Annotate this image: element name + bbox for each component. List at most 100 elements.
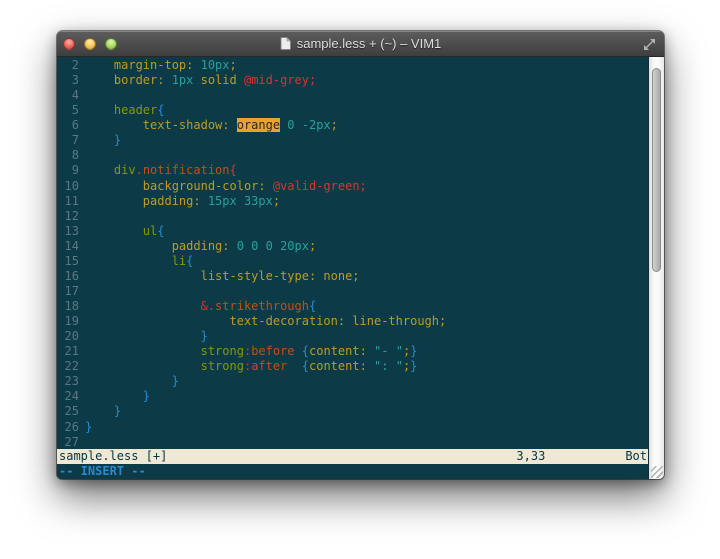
status-filename: sample.less [+] bbox=[59, 449, 167, 464]
code-line: 6 text-shadow: orange 0 -2px; bbox=[57, 118, 648, 133]
line-number: 25 bbox=[57, 404, 79, 419]
code-line: 25 } bbox=[57, 404, 648, 419]
line-number: 19 bbox=[57, 314, 79, 329]
window-body: 2 margin-top: 10px;3 border: 1px solid @… bbox=[57, 57, 664, 479]
title-group: sample.less + (~) – VIM1 bbox=[280, 36, 442, 51]
fullscreen-icon[interactable] bbox=[643, 38, 656, 51]
code-line: 19 text-decoration: line-through; bbox=[57, 314, 648, 329]
line-number: 6 bbox=[57, 118, 79, 133]
code-text: border: 1px solid @mid-grey; bbox=[79, 73, 316, 88]
line-number: 14 bbox=[57, 239, 79, 254]
line-number: 7 bbox=[57, 133, 79, 148]
line-number: 26 bbox=[57, 420, 79, 435]
window-title: sample.less + (~) – VIM1 bbox=[297, 36, 442, 51]
code-text: margin-top: 10px; bbox=[79, 58, 237, 73]
line-number: 9 bbox=[57, 163, 79, 178]
code-text: strong:after {content: ": ";} bbox=[79, 359, 417, 374]
code-line: 14 padding: 0 0 0 20px; bbox=[57, 239, 648, 254]
line-number: 24 bbox=[57, 389, 79, 404]
code-line: 26} bbox=[57, 420, 648, 435]
code-text: header{ bbox=[79, 103, 164, 118]
close-button[interactable] bbox=[63, 38, 75, 50]
code-line: 2 margin-top: 10px; bbox=[57, 58, 648, 73]
code-text: ul{ bbox=[79, 224, 164, 239]
code-line: 10 background-color: @valid-green; bbox=[57, 179, 648, 194]
line-number: 12 bbox=[57, 209, 79, 224]
code-text: } bbox=[79, 389, 150, 404]
document-icon bbox=[280, 37, 291, 50]
code-text: background-color: @valid-green; bbox=[79, 179, 367, 194]
code-line: 24 } bbox=[57, 389, 648, 404]
code-line: 15 li{ bbox=[57, 254, 648, 269]
line-number: 27 bbox=[57, 435, 79, 449]
code-line: 20 } bbox=[57, 329, 648, 344]
line-number: 5 bbox=[57, 103, 79, 118]
scrollbar[interactable] bbox=[648, 57, 664, 479]
status-scroll-position: Bot bbox=[625, 449, 647, 464]
mode-line: -- INSERT -- bbox=[57, 464, 648, 479]
editor-column: 2 margin-top: 10px;3 border: 1px solid @… bbox=[57, 57, 648, 479]
code-line: 8 bbox=[57, 148, 648, 163]
line-number: 11 bbox=[57, 194, 79, 209]
code-line: 11 padding: 15px 33px; bbox=[57, 194, 648, 209]
code-text: } bbox=[79, 133, 121, 148]
code-text bbox=[79, 284, 85, 299]
code-text: padding: 15px 33px; bbox=[79, 194, 280, 209]
line-number: 17 bbox=[57, 284, 79, 299]
line-number: 23 bbox=[57, 374, 79, 389]
search-highlight: orange bbox=[237, 118, 280, 132]
code-line: 9 div.notification{ bbox=[57, 163, 648, 178]
code-text: } bbox=[79, 420, 92, 435]
minimize-button[interactable] bbox=[84, 38, 96, 50]
code-text bbox=[79, 148, 85, 163]
line-number: 3 bbox=[57, 73, 79, 88]
traffic-lights bbox=[63, 38, 117, 50]
line-number: 4 bbox=[57, 88, 79, 103]
code-line: 21 strong:before {content: "- ";} bbox=[57, 344, 648, 359]
code-text: text-shadow: orange 0 -2px; bbox=[79, 118, 338, 133]
code-text: } bbox=[79, 329, 208, 344]
code-line: 12 bbox=[57, 209, 648, 224]
titlebar[interactable]: sample.less + (~) – VIM1 bbox=[57, 31, 664, 57]
code-line: 7 } bbox=[57, 133, 648, 148]
code-line: 13 ul{ bbox=[57, 224, 648, 239]
code-text: } bbox=[79, 404, 121, 419]
code-line: 16 list-style-type: none; bbox=[57, 269, 648, 284]
code-line: 5 header{ bbox=[57, 103, 648, 118]
code-line: 3 border: 1px solid @mid-grey; bbox=[57, 73, 648, 88]
code-line: 23 } bbox=[57, 374, 648, 389]
code-line: 27 bbox=[57, 435, 648, 449]
code-text: } bbox=[79, 374, 179, 389]
code-text bbox=[79, 209, 85, 224]
code-text: li{ bbox=[79, 254, 193, 269]
scrollbar-thumb[interactable] bbox=[652, 68, 661, 272]
code-text: div.notification{ bbox=[79, 163, 237, 178]
code-area[interactable]: 2 margin-top: 10px;3 border: 1px solid @… bbox=[57, 57, 648, 449]
line-number: 22 bbox=[57, 359, 79, 374]
line-number: 18 bbox=[57, 299, 79, 314]
line-number: 20 bbox=[57, 329, 79, 344]
code-line: 4 bbox=[57, 88, 648, 103]
code-text: text-decoration: line-through; bbox=[79, 314, 446, 329]
code-line: 17 bbox=[57, 284, 648, 299]
vim-window: sample.less + (~) – VIM1 2 margin-top: 1… bbox=[57, 31, 664, 479]
code-text: list-style-type: none; bbox=[79, 269, 360, 284]
status-ruler: 3,33 bbox=[516, 449, 545, 464]
code-line: 18 &.strikethrough{ bbox=[57, 299, 648, 314]
code-text: strong:before {content: "- ";} bbox=[79, 344, 417, 359]
line-number: 15 bbox=[57, 254, 79, 269]
code-text bbox=[79, 435, 85, 449]
zoom-button[interactable] bbox=[105, 38, 117, 50]
line-number: 2 bbox=[57, 58, 79, 73]
code-text: &.strikethrough{ bbox=[79, 299, 316, 314]
code-line: 22 strong:after {content: ": ";} bbox=[57, 359, 648, 374]
line-number: 16 bbox=[57, 269, 79, 284]
line-number: 13 bbox=[57, 224, 79, 239]
line-number: 21 bbox=[57, 344, 79, 359]
code-text: padding: 0 0 0 20px; bbox=[79, 239, 316, 254]
resize-grip[interactable] bbox=[651, 466, 663, 478]
line-number: 8 bbox=[57, 148, 79, 163]
line-number: 10 bbox=[57, 179, 79, 194]
code-text bbox=[79, 88, 85, 103]
status-bar: sample.less [+] 3,33 Bot bbox=[57, 449, 648, 464]
